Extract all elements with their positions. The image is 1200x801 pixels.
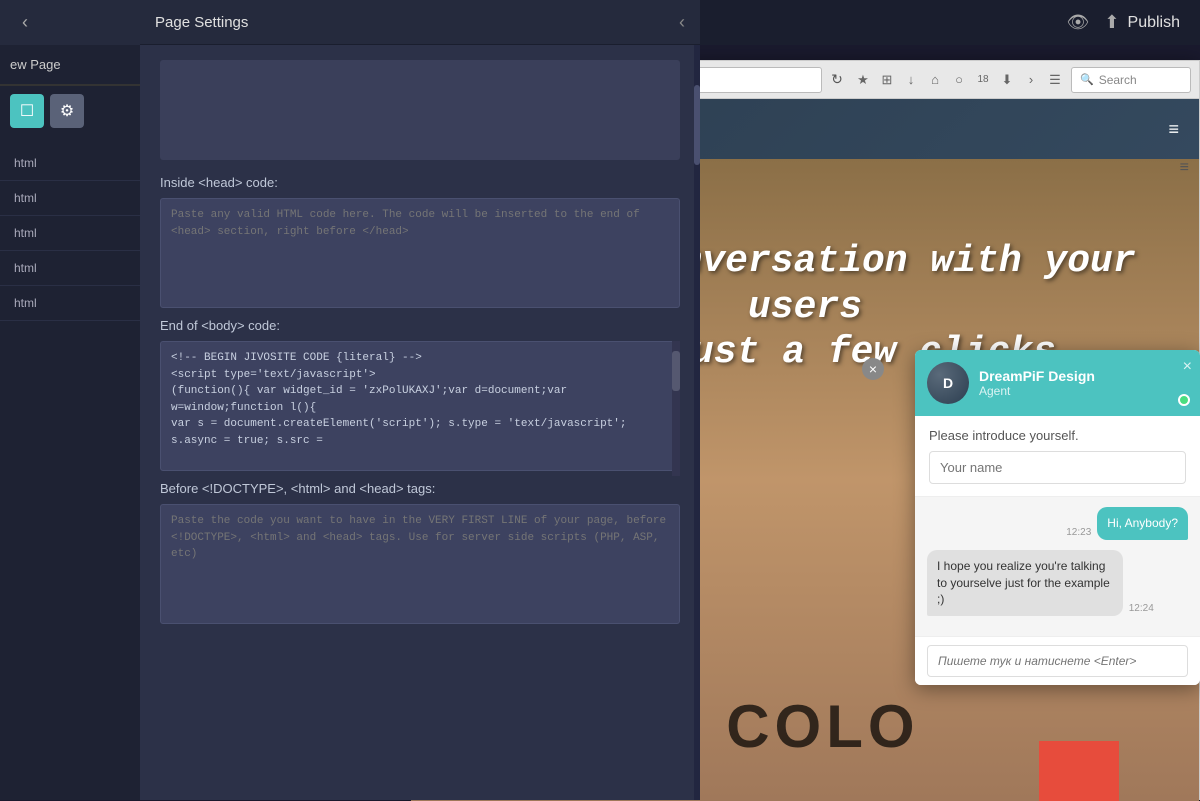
sidebar-new-page[interactable]: ew Page	[0, 45, 140, 85]
chat-name-input[interactable]	[929, 451, 1186, 484]
chat-avatar-inner: D	[927, 362, 969, 404]
circle-decoration	[1039, 741, 1119, 801]
sidebar-html-item[interactable]: html	[0, 181, 140, 216]
sidebar-html-item[interactable]: html	[0, 146, 140, 181]
page-settings-title: Page Settings	[155, 14, 248, 31]
doctype-code-textarea[interactable]	[160, 504, 680, 624]
chat-agent-role: Agent	[979, 384, 1188, 398]
preview-button[interactable]: 👁	[1067, 12, 1090, 33]
sidebar-icon-row: ☐ ⚙	[0, 86, 140, 136]
doctype-code-label: Before <!DOCTYPE>, <html> and <head> tag…	[160, 481, 680, 496]
browser-search-label: Search	[1099, 73, 1137, 87]
sidebar-html-item[interactable]: html	[0, 286, 140, 321]
sidebar-page-icon[interactable]: ☐	[10, 94, 44, 128]
page-settings-header: Page Settings ‹	[140, 0, 700, 45]
publish-label: Publish	[1128, 14, 1180, 32]
chat-message-input[interactable]	[927, 645, 1188, 677]
publish-button[interactable]: ⬆ Publish	[1104, 12, 1180, 33]
website-colo-text: COLO	[726, 692, 919, 761]
browser-bookmark-icon[interactable]: ⊞	[876, 69, 898, 91]
chat-bubble-incoming: I hope you realize you're talking to you…	[927, 550, 1123, 616]
panel-scrollbar[interactable]	[694, 45, 700, 800]
browser-arrow-icon[interactable]: ⬇	[996, 69, 1018, 91]
upload-icon: ⬆	[1104, 12, 1119, 33]
chat-message-row: I hope you realize you're talking to you…	[927, 550, 1188, 616]
page-settings-panel: Page Settings ‹ Inside <head> code: End …	[140, 0, 700, 800]
dialog-close-button[interactable]: ×	[862, 358, 884, 380]
sidebar-html-list: html html html html html	[0, 146, 140, 321]
sidebar-top: ‹	[0, 0, 140, 45]
browser-menu-icon[interactable]: ☰	[1044, 69, 1066, 91]
publish-bar: 👁 ⬆ Publish	[700, 0, 1200, 45]
sidebar: ‹ ew Page ☐ ⚙ html html html html html	[0, 0, 140, 800]
chat-header-info: DreamPiF Design Agent	[979, 368, 1188, 398]
browser-more-icon[interactable]: ›	[1020, 69, 1042, 91]
chat-agent-avatar: D	[927, 362, 969, 404]
sidebar-html-item[interactable]: html	[0, 216, 140, 251]
chat-input-area	[915, 636, 1200, 685]
body-code-scrollbar[interactable]	[672, 341, 680, 476]
body-code-scrollbar-thumb	[672, 351, 680, 391]
body-code-label: End of <body> code:	[160, 318, 680, 333]
chat-close-button[interactable]: ×	[1183, 358, 1192, 376]
head-code-label: Inside <head> code:	[160, 175, 680, 190]
body-code-textarea[interactable]: <!-- BEGIN JIVOSITE CODE {literal} --> <…	[160, 341, 680, 471]
sidebar-html-item[interactable]: html	[0, 251, 140, 286]
sidebar-gear-icon[interactable]: ⚙	[50, 94, 84, 128]
browser-addon-icon[interactable]: ○	[948, 69, 970, 91]
chat-msg-time: 12:23	[1066, 527, 1091, 538]
page-settings-content: Inside <head> code: End of <body> code: …	[140, 45, 700, 800]
browser-refresh-button[interactable]: ↻	[827, 70, 847, 90]
browser-badge-icon[interactable]: 18	[972, 69, 994, 91]
browser-home-icon[interactable]: ⌂	[924, 69, 946, 91]
mobirise-menu-button[interactable]: ≡	[1168, 119, 1179, 140]
sidebar-back-button[interactable]: ‹	[10, 8, 40, 38]
chat-online-indicator	[1178, 394, 1190, 406]
chat-message-row: 12:23 Hi, Anybody?	[927, 507, 1188, 540]
chat-msg-time: 12:24	[1129, 603, 1154, 614]
chat-intro-text: Please introduce yourself.	[929, 428, 1186, 443]
chat-messages-area: 12:23 Hi, Anybody? I hope you realize yo…	[915, 497, 1200, 636]
panel-scrollbar-thumb	[694, 85, 700, 165]
browser-search-bar[interactable]: 🔍 Search	[1071, 67, 1191, 93]
head-code-textarea[interactable]	[160, 198, 680, 308]
chat-bubble-outgoing: Hi, Anybody?	[1097, 507, 1188, 540]
browser-icons: ★ ⊞ ↓ ⌂ ○ 18 ⬇ › ☰	[852, 69, 1066, 91]
content-menu-icon[interactable]: ≡	[1180, 159, 1189, 177]
chat-widget: D DreamPiF Design Agent × Please introdu…	[915, 350, 1200, 685]
page-settings-preview	[160, 60, 680, 160]
chat-header: D DreamPiF Design Agent ×	[915, 350, 1200, 416]
browser-star-icon[interactable]: ★	[852, 69, 874, 91]
browser-download-icon[interactable]: ↓	[900, 69, 922, 91]
chat-intro-section: Please introduce yourself.	[915, 416, 1200, 497]
page-settings-close-button[interactable]: ‹	[679, 12, 685, 33]
chat-agent-name: DreamPiF Design	[979, 368, 1188, 384]
